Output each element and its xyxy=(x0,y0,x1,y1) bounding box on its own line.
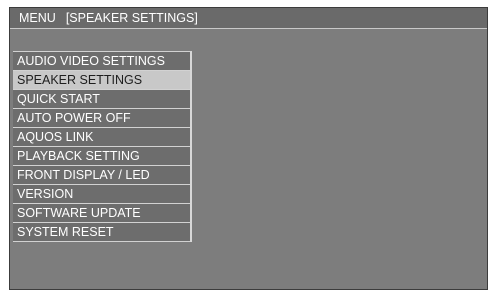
menu-title: MENU xyxy=(19,11,56,25)
current-section-title: [SPEAKER SETTINGS] xyxy=(65,11,198,25)
menu-item-playback-setting[interactable]: PLAYBACK SETTING xyxy=(13,147,190,166)
title-bar: MENU [SPEAKER SETTINGS] xyxy=(10,8,487,29)
menu-item-auto-power-off[interactable]: AUTO POWER OFF xyxy=(13,109,190,128)
menu-item-speaker-settings[interactable]: SPEAKER SETTINGS xyxy=(13,71,190,90)
menu-item-front-display-led[interactable]: FRONT DISPLAY / LED xyxy=(13,166,190,185)
settings-menu-list: AUDIO VIDEO SETTINGS SPEAKER SETTINGS QU… xyxy=(13,51,192,242)
menu-item-version[interactable]: VERSION xyxy=(13,185,190,204)
menu-screen: MENU [SPEAKER SETTINGS] AUDIO VIDEO SETTI… xyxy=(9,7,488,290)
menu-item-system-reset[interactable]: SYSTEM RESET xyxy=(13,223,190,242)
menu-item-aquos-link[interactable]: AQUOS LINK xyxy=(13,128,190,147)
menu-item-audio-video-settings[interactable]: AUDIO VIDEO SETTINGS xyxy=(13,52,190,71)
menu-item-software-update[interactable]: SOFTWARE UPDATE xyxy=(13,204,190,223)
menu-item-quick-start[interactable]: QUICK START xyxy=(13,90,190,109)
